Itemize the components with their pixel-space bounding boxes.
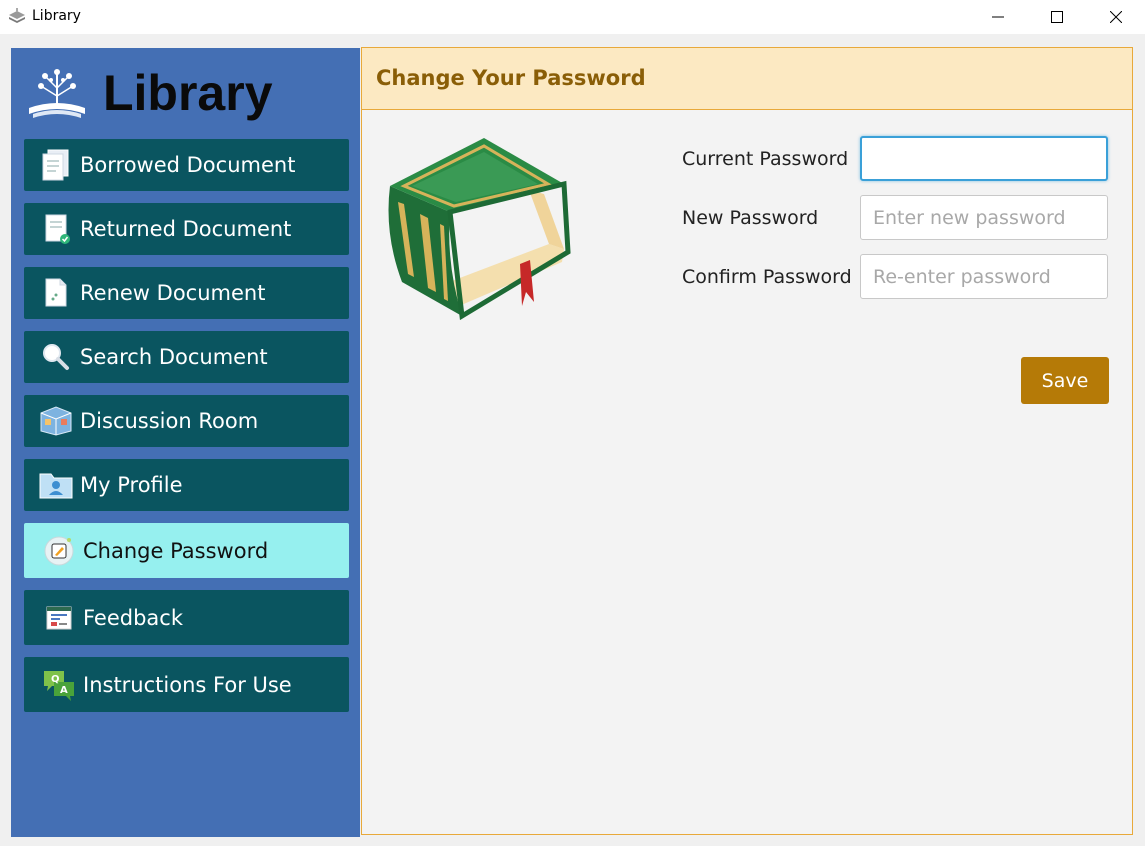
feedback-form-icon bbox=[41, 600, 77, 636]
maximize-button[interactable] bbox=[1034, 0, 1080, 34]
minimize-icon bbox=[992, 16, 1004, 18]
change-password-panel: Change Your Password Current Password Ne… bbox=[361, 47, 1133, 835]
brand: Library bbox=[25, 62, 345, 126]
sidebar-item-change-password[interactable]: Change Password bbox=[24, 523, 349, 578]
window-titlebar: Library bbox=[0, 0, 1145, 34]
book-illustration-icon bbox=[388, 138, 571, 321]
library-logo-icon bbox=[29, 69, 85, 118]
sidebar-item-search-document[interactable]: Search Document bbox=[24, 331, 349, 383]
confirm-password-input[interactable] bbox=[860, 254, 1108, 299]
sidebar-item-borrowed-document[interactable]: Borrowed Document bbox=[24, 139, 349, 191]
sidebar-item-label: Instructions For Use bbox=[83, 672, 292, 697]
new-password-input[interactable] bbox=[860, 195, 1108, 240]
room-icon bbox=[38, 403, 74, 439]
svg-text:A: A bbox=[60, 685, 68, 696]
app-book-icon bbox=[9, 8, 25, 23]
sidebar-item-label: My Profile bbox=[80, 473, 183, 497]
sidebar-item-label: Change Password bbox=[83, 538, 269, 563]
sidebar-item-instructions-for-use[interactable]: Q A Instructions For Use bbox=[24, 657, 349, 712]
minimize-button[interactable] bbox=[975, 0, 1021, 34]
brand-title: Library bbox=[103, 65, 273, 121]
sidebar-item-returned-document[interactable]: Returned Document bbox=[24, 203, 349, 255]
sidebar-item-my-profile[interactable]: My Profile bbox=[24, 459, 349, 511]
new-password-label: New Password bbox=[682, 207, 819, 229]
confirm-password-label: Confirm Password bbox=[682, 266, 852, 288]
save-button[interactable]: Save bbox=[1021, 357, 1109, 404]
document-renew-icon bbox=[38, 275, 74, 311]
sidebar-item-renew-document[interactable]: Renew Document bbox=[24, 267, 349, 319]
current-password-label: Current Password bbox=[682, 148, 849, 170]
sidebar-item-feedback[interactable]: Feedback bbox=[24, 590, 349, 645]
magnifier-icon bbox=[38, 339, 74, 375]
current-password-input[interactable] bbox=[860, 136, 1108, 181]
maximize-icon bbox=[1051, 11, 1063, 23]
sidebar-item-label: Search Document bbox=[80, 345, 268, 369]
profile-folder-icon bbox=[38, 467, 74, 503]
sidebar: Library Borrowed Document Returned Docum… bbox=[11, 48, 360, 837]
document-check-icon bbox=[38, 211, 74, 247]
panel-header: Change Your Password bbox=[362, 48, 1132, 110]
sidebar-item-label: Feedback bbox=[83, 605, 184, 630]
sidebar-item-label: Returned Document bbox=[80, 217, 292, 241]
sidebar-item-discussion-room[interactable]: Discussion Room bbox=[24, 395, 349, 447]
page-title: Change Your Password bbox=[376, 66, 646, 90]
sidebar-item-label: Renew Document bbox=[80, 281, 266, 305]
close-icon bbox=[1110, 11, 1122, 23]
document-stack-icon bbox=[38, 147, 74, 183]
window-title: Library bbox=[32, 8, 81, 24]
qa-bubbles-icon: Q A bbox=[41, 667, 77, 703]
pencil-badge-icon bbox=[41, 533, 77, 569]
close-button[interactable] bbox=[1093, 0, 1139, 34]
svg-text:Q: Q bbox=[51, 674, 60, 685]
sidebar-item-label: Discussion Room bbox=[80, 409, 259, 433]
sidebar-item-label: Borrowed Document bbox=[80, 153, 296, 177]
